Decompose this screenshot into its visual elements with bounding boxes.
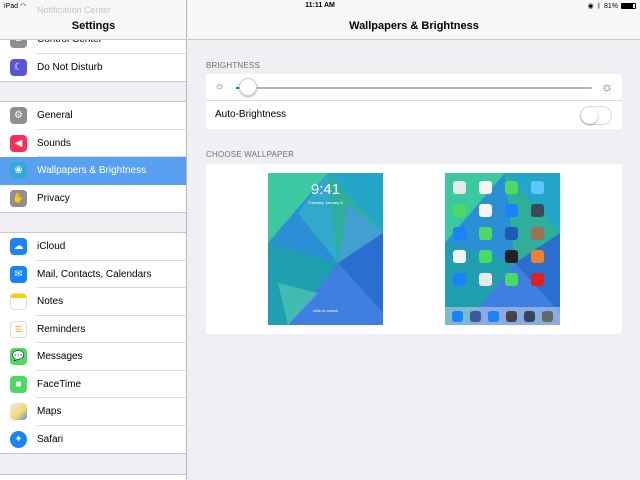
speech-bubble-icon: 💬	[10, 348, 27, 366]
calendar-app-icon	[453, 181, 466, 194]
app-icon	[479, 250, 492, 263]
app-icon	[479, 227, 492, 240]
sidebar-item-label: Do Not Disturb	[37, 61, 103, 73]
sidebar-item-label: General	[37, 110, 73, 122]
wallpaper-card: 9:41 Tuesday, January 9 slide to unlock	[206, 164, 622, 334]
sidebar-item-label: Messages	[37, 351, 83, 363]
app-icon	[541, 310, 553, 322]
status-bar: iPad ◠ 11:11 AM ◉ ᛒ 81%	[0, 0, 640, 13]
sidebar-item-label: Sounds	[37, 137, 71, 149]
sidebar-item-wallpapers-brightness[interactable]: ❀ Wallpapers & Brightness	[0, 157, 186, 185]
lock-screen-time: 9:41	[310, 181, 341, 198]
compass-icon: ✦	[10, 430, 27, 448]
safari-app-icon	[452, 310, 464, 322]
sidebar-item-label: Reminders	[37, 323, 86, 335]
camera-app-icon	[505, 310, 517, 322]
hand-icon: ✋	[10, 189, 27, 207]
auto-brightness-row: Auto-Brightness	[206, 101, 622, 129]
envelope-icon: ✉	[10, 265, 27, 283]
sidebar-item-icloud[interactable]: ☁ iCloud	[0, 233, 186, 261]
lock-screen-wallpaper-preview[interactable]: 9:41 Tuesday, January 9 slide to unlock	[268, 173, 383, 325]
sidebar-item-mail[interactable]: ✉ Mail, Contacts, Calendars	[0, 261, 186, 288]
sidebar-item-label: iCloud	[37, 241, 66, 253]
sidebar-item-label: Notes	[37, 296, 64, 308]
app-icon	[531, 204, 544, 217]
auto-brightness-toggle[interactable]	[580, 106, 612, 125]
gear-icon: ⚙	[10, 107, 27, 125]
sidebar-group-4	[0, 474, 186, 480]
app-icon	[531, 227, 544, 240]
facetime-app-icon	[531, 181, 544, 194]
sidebar-title: Settings	[71, 20, 116, 32]
brightness-slider-row: ☼ ☼	[206, 74, 622, 101]
tumblr-app-icon	[523, 310, 535, 322]
photos-app-icon	[479, 181, 492, 194]
sun-small-icon: ☼	[215, 81, 225, 92]
speaker-icon: ◀	[10, 134, 27, 152]
brightness-slider[interactable]	[236, 87, 592, 89]
sidebar-item-reminders[interactable]: ☰ Reminders	[0, 316, 186, 343]
notes-icon	[10, 293, 27, 311]
app-icon	[531, 250, 544, 263]
app-icon	[479, 273, 492, 286]
battery-icon	[621, 3, 636, 9]
lock-screen-date: Tuesday, January 9	[308, 200, 343, 205]
sidebar-item-label: FaceTime	[37, 378, 82, 390]
sidebar-item-sounds[interactable]: ◀ Sounds	[0, 130, 186, 157]
sidebar-item-privacy[interactable]: ✋ Privacy	[0, 185, 186, 213]
sidebar-item-label: Mail, Contacts, Calendars	[37, 268, 152, 280]
chrome-app-icon	[453, 250, 466, 263]
sidebar-item-maps[interactable]: Maps	[0, 398, 186, 426]
flower-icon: ❀	[10, 162, 27, 180]
settings-sidebar[interactable]: Settings Notification Center ≡ Control C…	[0, 0, 187, 480]
page-title: Wallpapers & Brightness	[349, 20, 479, 32]
sidebar-item-notes[interactable]: Notes	[0, 288, 186, 316]
app-icon	[505, 250, 518, 263]
brightness-card: ☼ ☼ Auto-Brightness	[206, 74, 622, 129]
sidebar-item-label: Privacy	[37, 192, 70, 204]
app-icon	[453, 204, 466, 217]
brightness-slider-thumb[interactable]	[239, 78, 258, 96]
sidebar-item-safari[interactable]: ✦ Safari	[0, 426, 186, 454]
rotation-lock-icon: ◉	[587, 3, 594, 10]
detail-pane: Wallpapers & Brightness BRIGHTNESS ☼ ☼ A…	[188, 0, 640, 480]
messages-app-icon	[505, 181, 518, 194]
sidebar-group-3: ☁ iCloud ✉ Mail, Contacts, Calendars Not…	[0, 232, 186, 454]
moon-icon: ☾	[10, 58, 27, 76]
battery-percent: 81%	[603, 2, 618, 10]
home-app-grid	[453, 181, 544, 286]
sidebar-item-label: Maps	[37, 406, 62, 418]
bluetooth-icon: ᛒ	[596, 2, 601, 10]
app-icon	[453, 273, 466, 286]
map-icon	[10, 403, 27, 421]
list-icon: ☰	[10, 320, 27, 338]
sidebar-item-messages[interactable]: 💬 Messages	[0, 343, 186, 371]
home-screen-wallpaper-preview[interactable]	[445, 173, 560, 325]
video-camera-icon: ■	[10, 375, 27, 393]
brightness-section-label: BRIGHTNESS	[206, 61, 261, 70]
app-icon	[479, 204, 492, 217]
sidebar-group-2: ⚙ General ◀ Sounds ❀ Wallpapers & Bright…	[0, 101, 186, 213]
sidebar-item-label: Wallpapers & Brightness	[37, 165, 147, 177]
home-dock	[445, 307, 560, 325]
app-icon	[505, 273, 518, 286]
status-right: ◉ ᛒ 81%	[588, 2, 636, 10]
wallpaper-section-label: CHOOSE WALLPAPER	[206, 150, 295, 159]
app-icon	[488, 310, 500, 322]
toggle-thumb	[581, 107, 598, 124]
sidebar-item-label: Safari	[37, 433, 64, 445]
sidebar-item-general[interactable]: ⚙ General	[0, 102, 186, 130]
sun-large-icon: ☼	[601, 79, 613, 94]
app-icon	[453, 227, 466, 240]
auto-brightness-label: Auto-Brightness	[215, 109, 287, 120]
sidebar-item-facetime[interactable]: ■ FaceTime	[0, 371, 186, 398]
sidebar-item-do-not-disturb[interactable]: ☾ Do Not Disturb	[0, 54, 186, 82]
app-icon	[505, 204, 518, 217]
app-icon	[505, 227, 518, 240]
status-time: 11:11 AM	[305, 2, 335, 9]
facebook-app-icon	[470, 310, 482, 322]
lock-screen-slide-text: slide to unlock	[312, 308, 339, 313]
cloud-icon: ☁	[10, 238, 27, 256]
app-icon	[531, 273, 544, 286]
